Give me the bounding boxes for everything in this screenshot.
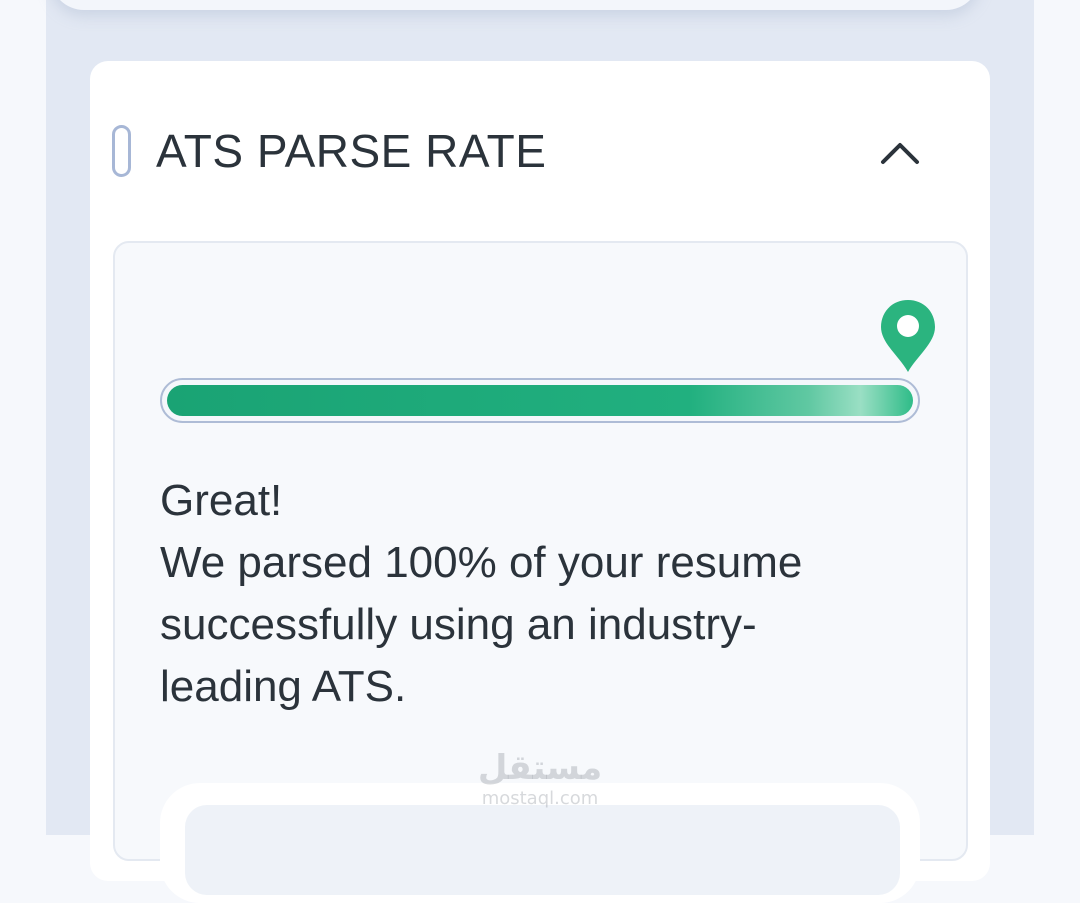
message-headline: Great! xyxy=(160,476,283,525)
parse-rate-progress-fill xyxy=(167,385,913,416)
section-title: ATS PARSE RATE xyxy=(156,125,547,177)
watermark-logo: مستقل xyxy=(477,748,603,788)
parse-result-message: Great! We parsed 100% of your resume suc… xyxy=(160,470,930,718)
details-card-inner xyxy=(185,805,900,895)
section-marker-icon xyxy=(112,125,131,177)
message-line: successfully using an industry- xyxy=(160,600,757,649)
previous-card xyxy=(50,0,980,10)
message-line: leading ATS. xyxy=(160,662,407,711)
collapse-button[interactable] xyxy=(872,128,928,176)
watermark: مستقل mostaql.com xyxy=(470,748,610,818)
chevron-up-icon xyxy=(881,143,919,164)
watermark-site: mostaql.com xyxy=(481,788,599,809)
message-line: We parsed 100% of your resume xyxy=(160,538,803,587)
page: ATS PARSE RATE Great! We parsed 100% of … xyxy=(0,0,1080,903)
map-pin-icon xyxy=(881,300,935,372)
parse-rate-progress-bar xyxy=(160,378,920,423)
